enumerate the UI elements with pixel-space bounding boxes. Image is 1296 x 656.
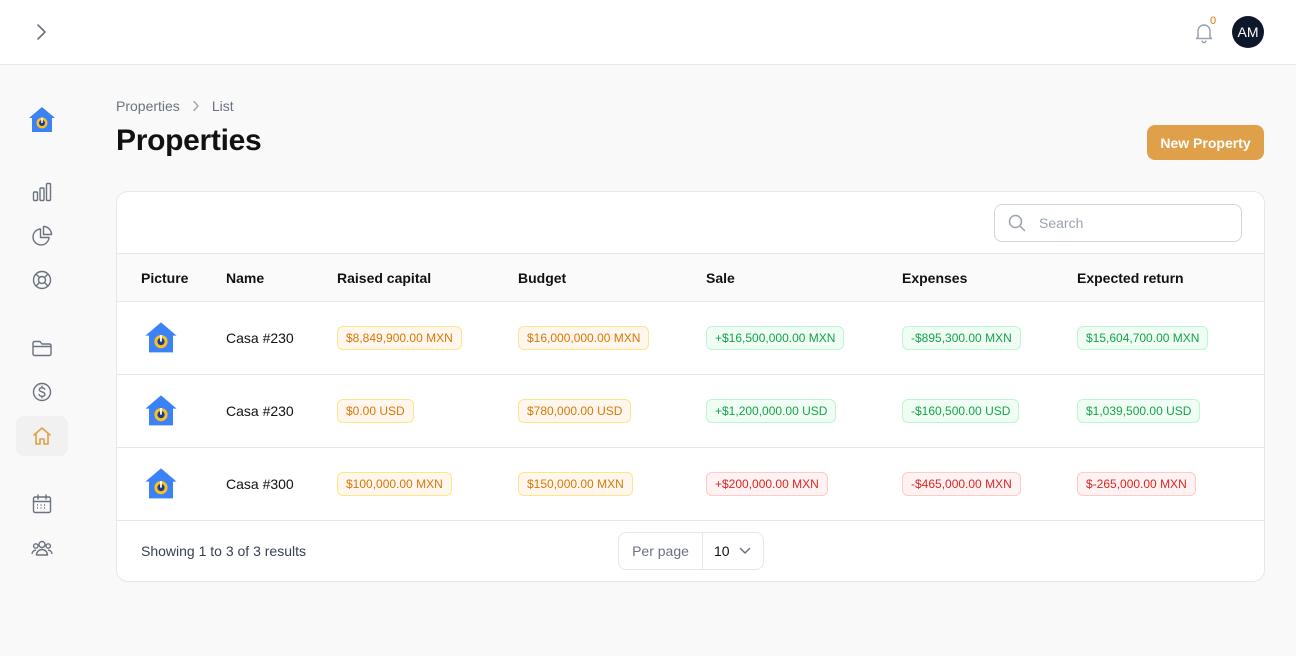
property-house-icon: [145, 395, 177, 426]
per-page-select[interactable]: 10: [703, 533, 763, 569]
sidebar-item-users[interactable]: [16, 528, 68, 568]
table-header: Picture Name Raised capital Budget Sale …: [117, 253, 1264, 302]
sidebar: [0, 65, 84, 656]
property-picture: [143, 302, 179, 374]
page-title: Properties: [116, 124, 262, 157]
expected-return-badge: $1,039,500.00 USD: [1077, 399, 1201, 423]
new-property-button[interactable]: New Property: [1147, 125, 1264, 160]
search-icon: [1008, 214, 1026, 232]
column-header-name[interactable]: Name: [226, 270, 264, 286]
expected-return-cell: $15,604,700.00 MXN: [1077, 302, 1209, 374]
sale-cell: +$1,200,000.00 USD: [706, 375, 837, 447]
column-header-expenses[interactable]: Expenses: [902, 270, 967, 286]
expected-return-cell: $1,039,500.00 USD: [1077, 375, 1201, 447]
expected-return-badge: $-265,000.00 MXN: [1077, 472, 1196, 496]
sidebar-item-finance[interactable]: [16, 372, 68, 412]
calendar-icon: [32, 494, 52, 514]
column-header-budget[interactable]: Budget: [518, 270, 566, 286]
raised-capital-cell: $0.00 USD: [337, 375, 414, 447]
expenses-badge: -$895,300.00 MXN: [902, 326, 1021, 350]
raised-capital-badge: $8,849,900.00 MXN: [337, 326, 462, 350]
properties-table-card: Picture Name Raised capital Budget Sale …: [116, 191, 1265, 582]
breadcrumb-separator-icon: [192, 100, 200, 112]
folder-icon: [32, 340, 52, 357]
sidebar-item-support[interactable]: [16, 260, 68, 300]
expenses-cell: -$465,000.00 MXN: [902, 448, 1021, 520]
per-page-selector: Per page 10: [618, 532, 764, 570]
chevron-down-icon: [739, 547, 750, 554]
bar-chart-icon: [32, 182, 52, 202]
expenses-cell: -$160,500.00 USD: [902, 375, 1020, 447]
column-header-picture[interactable]: Picture: [141, 270, 188, 286]
budget-badge: $16,000,000.00 MXN: [518, 326, 650, 350]
topbar: 0 AM: [0, 0, 1296, 65]
table-row[interactable]: Casa #230 $0.00 USD $780,000.00 USD +$1,…: [117, 375, 1264, 448]
users-icon: [31, 540, 53, 556]
breadcrumb-link-properties[interactable]: Properties: [116, 98, 180, 114]
support-icon: [32, 270, 52, 290]
table-row[interactable]: Casa #230 $8,849,900.00 MXN $16,000,000.…: [117, 302, 1264, 375]
property-name: Casa #230: [226, 403, 294, 419]
sale-badge: +$16,500,000.00 MXN: [706, 326, 845, 350]
sidebar-item-documents[interactable]: [16, 328, 68, 368]
sale-badge: +$200,000.00 MXN: [706, 472, 828, 496]
budget-cell: $780,000.00 USD: [518, 375, 632, 447]
expand-sidebar-button[interactable]: [30, 20, 54, 44]
sidebar-item-properties[interactable]: [16, 416, 68, 456]
search-field[interactable]: [994, 204, 1242, 242]
budget-badge: $780,000.00 USD: [518, 399, 632, 423]
budget-cell: $16,000,000.00 MXN: [518, 302, 650, 374]
home-icon: [33, 427, 51, 445]
sale-badge: +$1,200,000.00 USD: [706, 399, 837, 423]
pagination-summary: Showing 1 to 3 of 3 results: [141, 543, 306, 559]
per-page-value: 10: [714, 543, 730, 559]
column-header-expected-return[interactable]: Expected return: [1077, 270, 1184, 286]
sale-cell: +$16,500,000.00 MXN: [706, 302, 845, 374]
sidebar-item-analytics[interactable]: [16, 172, 68, 212]
expenses-badge: -$465,000.00 MXN: [902, 472, 1021, 496]
column-header-raised-capital[interactable]: Raised capital: [337, 270, 431, 286]
property-picture: [143, 448, 179, 520]
raised-capital-badge: $100,000.00 MXN: [337, 472, 452, 496]
expected-return-cell: $-265,000.00 MXN: [1077, 448, 1196, 520]
user-avatar[interactable]: AM: [1232, 16, 1264, 48]
chevron-right-icon: [37, 24, 46, 40]
expenses-cell: -$895,300.00 MXN: [902, 302, 1021, 374]
raised-capital-cell: $8,849,900.00 MXN: [337, 302, 462, 374]
column-header-sale[interactable]: Sale: [706, 270, 735, 286]
sidebar-item-calendar[interactable]: [16, 484, 68, 524]
house-logo-icon: [29, 107, 55, 132]
breadcrumb-current: List: [211, 98, 234, 114]
property-house-icon: [145, 322, 177, 353]
per-page-label: Per page: [619, 533, 703, 569]
raised-capital-badge: $0.00 USD: [337, 399, 414, 423]
property-name: Casa #230: [226, 330, 294, 346]
breadcrumb: Properties List: [116, 98, 234, 114]
expected-return-badge: $15,604,700.00 MXN: [1077, 326, 1209, 350]
budget-cell: $150,000.00 MXN: [518, 448, 633, 520]
dollar-icon: [32, 382, 52, 402]
sale-cell: +$200,000.00 MXN: [706, 448, 828, 520]
budget-badge: $150,000.00 MXN: [518, 472, 633, 496]
expenses-badge: -$160,500.00 USD: [902, 399, 1020, 423]
notification-count-badge: 0: [1210, 15, 1217, 27]
pie-chart-icon: [32, 225, 53, 246]
property-house-icon: [145, 468, 177, 499]
sidebar-item-reports[interactable]: [16, 216, 68, 256]
property-name: Casa #300: [226, 476, 294, 492]
table-row[interactable]: Casa #300 $100,000.00 MXN $150,000.00 MX…: [117, 448, 1264, 521]
app-logo[interactable]: [27, 105, 57, 135]
property-picture: [143, 375, 179, 447]
search-input[interactable]: [1039, 215, 1229, 231]
raised-capital-cell: $100,000.00 MXN: [337, 448, 452, 520]
